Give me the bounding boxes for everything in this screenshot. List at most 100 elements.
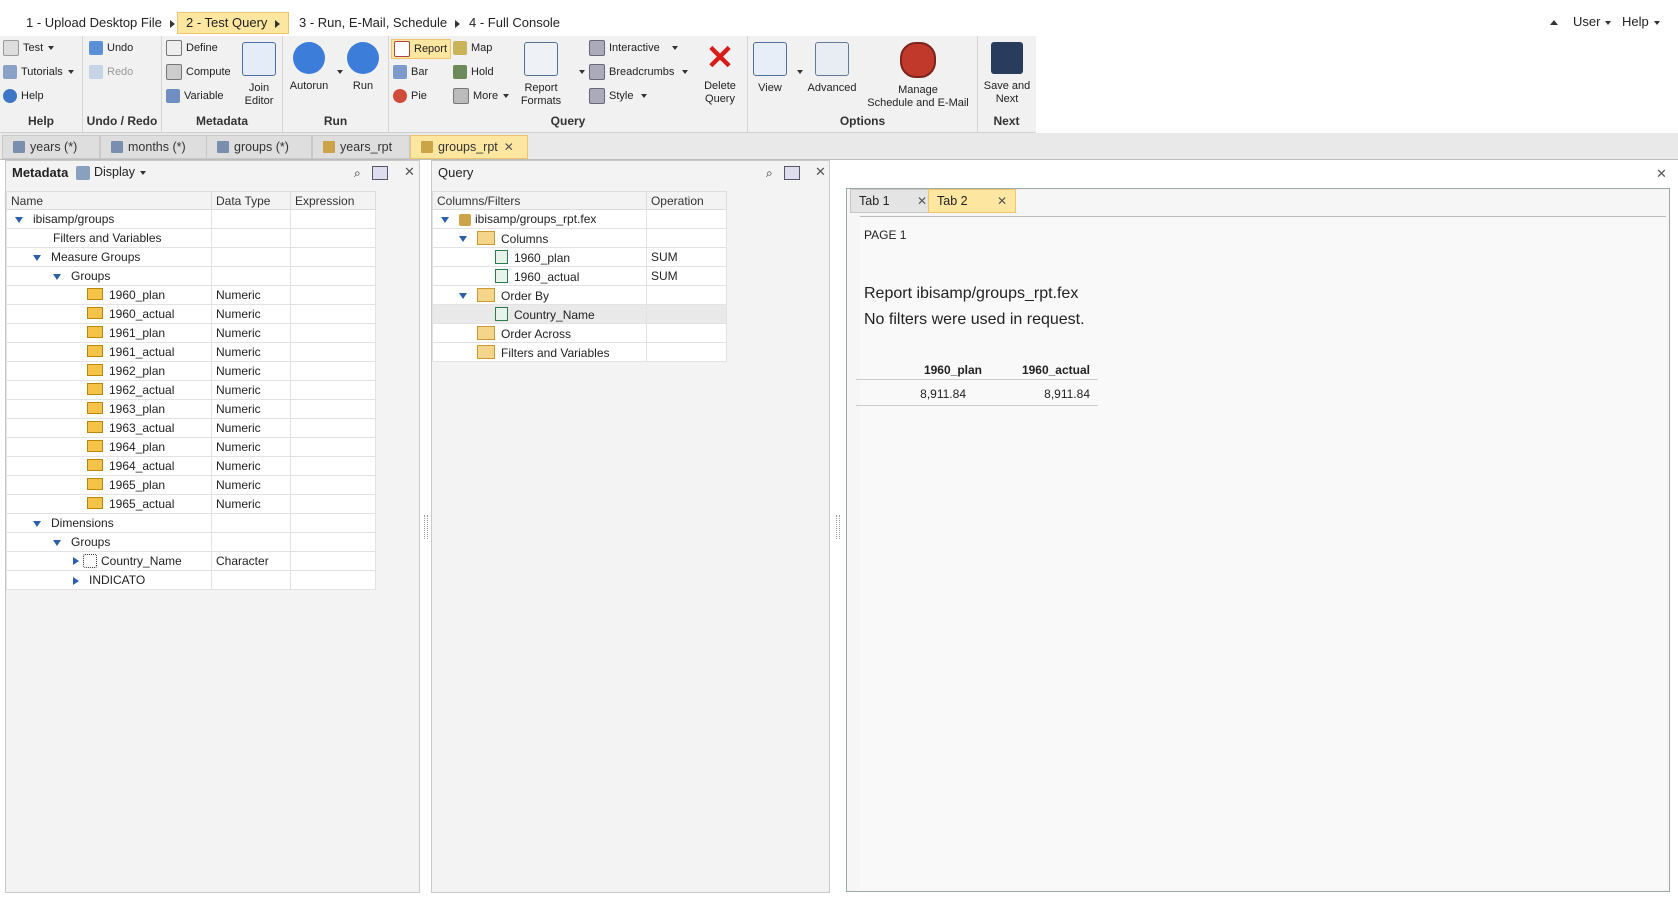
column-header[interactable]: Expression bbox=[290, 191, 376, 210]
undo-button[interactable]: Undo bbox=[89, 40, 133, 56]
expand-arrow-icon[interactable] bbox=[441, 216, 449, 223]
column-header[interactable]: Name bbox=[6, 191, 212, 210]
close-icon[interactable]: ✕ bbox=[504, 140, 514, 154]
view-options-icon[interactable] bbox=[372, 166, 388, 180]
tab-groups[interactable]: groups (*) bbox=[206, 135, 312, 159]
tree-row[interactable]: Filters and Variables bbox=[432, 342, 728, 362]
column-header[interactable]: Operation bbox=[645, 191, 728, 210]
close-icon[interactable]: ✕ bbox=[917, 190, 927, 212]
tutorials-button[interactable]: Tutorials bbox=[3, 64, 74, 80]
view-button[interactable]: View bbox=[750, 42, 790, 95]
expand-arrow-icon[interactable] bbox=[73, 576, 79, 585]
tree-row[interactable]: Order By bbox=[432, 285, 728, 305]
expand-arrow-icon[interactable] bbox=[73, 557, 79, 566]
step-upload-desktop-file[interactable]: 1 - Upload Desktop File bbox=[26, 12, 175, 34]
view-options-icon[interactable] bbox=[784, 166, 800, 180]
expand-arrow-icon[interactable] bbox=[459, 293, 467, 300]
report-button[interactable]: Report bbox=[391, 39, 452, 60]
field-row[interactable]: 1963_actual Numeric bbox=[6, 418, 376, 438]
report-formats-button[interactable]: Report Formats bbox=[517, 42, 565, 108]
find-icon[interactable]: ⌕ bbox=[766, 166, 773, 181]
field-row[interactable]: 1960_actual SUM bbox=[432, 266, 728, 286]
expand-arrow-icon[interactable] bbox=[15, 216, 23, 223]
expand-arrow-icon[interactable] bbox=[459, 236, 467, 243]
field-row[interactable]: 1962_actual Numeric bbox=[6, 380, 376, 400]
compute-button[interactable]: Compute bbox=[166, 64, 231, 81]
tab-years[interactable]: years (*) bbox=[2, 135, 100, 159]
user-menu[interactable]: User bbox=[1573, 14, 1612, 29]
output-tab-2[interactable]: Tab 2 ✕ bbox=[928, 189, 1016, 213]
operation-cell[interactable]: SUM bbox=[645, 247, 728, 267]
operation-cell[interactable]: SUM bbox=[645, 266, 728, 286]
close-icon[interactable]: ✕ bbox=[997, 190, 1007, 212]
display-menu[interactable]: Display bbox=[76, 165, 146, 180]
help-button[interactable]: Help bbox=[3, 88, 44, 104]
join-editor-button[interactable]: Join Editor bbox=[240, 42, 278, 108]
tree-row[interactable]: Columns bbox=[432, 228, 728, 248]
style-button[interactable]: Style bbox=[589, 88, 648, 105]
field-row[interactable]: 1963_plan Numeric bbox=[6, 399, 376, 419]
redo-button[interactable]: Redo bbox=[89, 64, 133, 80]
column-header[interactable]: Columns/Filters bbox=[432, 191, 647, 210]
field-row[interactable]: 1961_plan Numeric bbox=[6, 323, 376, 343]
delete-query-button[interactable]: ✕ Delete Query bbox=[697, 41, 743, 106]
splitter-handle[interactable] bbox=[836, 515, 840, 539]
tree-row[interactable]: Filters and Variables bbox=[6, 228, 376, 248]
test-button[interactable]: Test bbox=[3, 40, 55, 57]
hold-button[interactable]: Hold bbox=[453, 64, 494, 80]
tree-row[interactable]: ibisamp/groups bbox=[6, 209, 376, 229]
pie-button[interactable]: Pie bbox=[393, 88, 427, 104]
map-button[interactable]: Map bbox=[453, 40, 492, 56]
close-icon[interactable]: ✕ bbox=[815, 164, 826, 180]
help-menu[interactable]: Help bbox=[1622, 14, 1660, 29]
field-row[interactable]: 1960_plan Numeric bbox=[6, 285, 376, 305]
tree-row[interactable]: Groups bbox=[6, 532, 376, 552]
field-row[interactable]: Country_Name bbox=[432, 304, 728, 324]
field-row[interactable]: Country_Name Character bbox=[6, 551, 376, 571]
bar-button[interactable]: Bar bbox=[393, 64, 428, 80]
more-button[interactable]: More bbox=[453, 88, 510, 105]
interactive-button[interactable]: Interactive bbox=[589, 40, 678, 57]
save-and-next-button[interactable]: Save and Next bbox=[982, 42, 1032, 106]
variable-button[interactable]: Variable bbox=[166, 88, 224, 104]
tree-row[interactable]: ibisamp/groups_rpt.fex bbox=[432, 209, 728, 229]
field-row[interactable]: 1964_actual Numeric bbox=[6, 456, 376, 476]
field-row[interactable]: 1961_actual Numeric bbox=[6, 342, 376, 362]
step-full-console[interactable]: 4 - Full Console bbox=[469, 12, 560, 34]
expand-arrow-icon[interactable] bbox=[53, 273, 61, 280]
field-row[interactable]: 1960_plan SUM bbox=[432, 247, 728, 267]
step-test-query[interactable]: 2 - Test Query bbox=[177, 12, 290, 34]
define-button[interactable]: Define bbox=[166, 40, 218, 57]
tab-months[interactable]: months (*) bbox=[100, 135, 208, 159]
close-output-icon[interactable]: ✕ bbox=[1656, 166, 1667, 182]
expand-arrow-icon[interactable] bbox=[33, 520, 41, 527]
breadcrumbs-button[interactable]: Breadcrumbs bbox=[589, 64, 689, 81]
column-header[interactable]: Data Type bbox=[211, 191, 291, 210]
manage-schedule-button[interactable]: Manage Schedule and E-Mail bbox=[864, 42, 972, 110]
splitter-handle[interactable] bbox=[424, 515, 428, 539]
tree-row[interactable]: Groups bbox=[6, 266, 376, 286]
run-button[interactable]: Run bbox=[343, 42, 383, 93]
chevron-down-icon[interactable] bbox=[579, 70, 585, 74]
tree-row[interactable]: Order Across bbox=[432, 323, 728, 343]
field-row[interactable]: 1962_plan Numeric bbox=[6, 361, 376, 381]
expand-arrow-icon[interactable] bbox=[33, 254, 41, 261]
find-icon[interactable]: ⌕ bbox=[354, 166, 361, 181]
tab-groups-rpt[interactable]: groups_rpt ✕ bbox=[410, 135, 528, 159]
close-icon[interactable]: ✕ bbox=[404, 164, 415, 180]
field-row[interactable]: 1964_plan Numeric bbox=[6, 437, 376, 457]
output-tab-1[interactable]: Tab 1 ✕ bbox=[850, 189, 936, 213]
expand-arrow-icon[interactable] bbox=[53, 539, 61, 546]
step-run-email-schedule[interactable]: 3 - Run, E-Mail, Schedule bbox=[299, 12, 461, 34]
field-row[interactable]: 1965_actual Numeric bbox=[6, 494, 376, 514]
field-row[interactable]: 1965_plan Numeric bbox=[6, 475, 376, 495]
operation-cell[interactable] bbox=[645, 304, 728, 324]
tree-row[interactable]: Measure Groups bbox=[6, 247, 376, 267]
field-row[interactable]: 1960_actual Numeric bbox=[6, 304, 376, 324]
tree-row[interactable]: Dimensions bbox=[6, 513, 376, 533]
tab-years-rpt[interactable]: years_rpt bbox=[312, 135, 410, 159]
collapse-ribbon-button[interactable] bbox=[1550, 14, 1558, 29]
advanced-button[interactable]: Advanced bbox=[804, 42, 860, 95]
chevron-down-icon[interactable] bbox=[797, 70, 803, 74]
autorun-button[interactable]: Autorun bbox=[285, 42, 333, 93]
